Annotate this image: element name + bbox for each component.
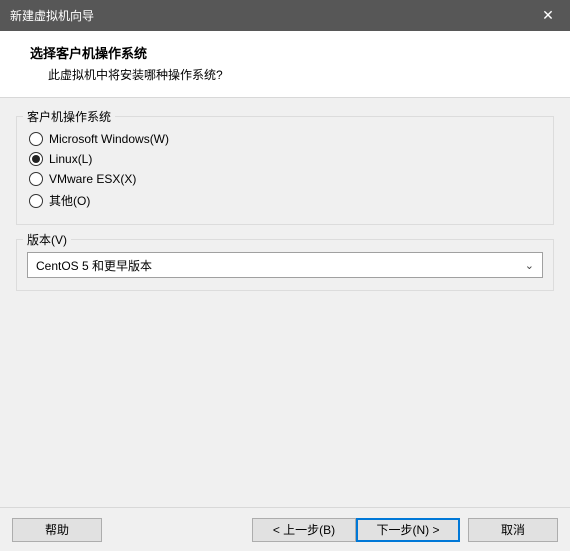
radio-label: Linux(L) (49, 152, 92, 166)
help-button[interactable]: 帮助 (12, 518, 102, 542)
guest-os-legend: 客户机操作系统 (23, 108, 115, 125)
chevron-down-icon: ⌄ (525, 259, 534, 272)
radio-label: VMware ESX(X) (49, 172, 136, 186)
button-label: < 上一步(B) (273, 521, 335, 538)
button-label: 下一步(N) > (376, 521, 439, 538)
version-group: 版本(V) CentOS 5 和更早版本 ⌄ (16, 239, 554, 291)
version-selected-value: CentOS 5 和更早版本 (36, 257, 152, 274)
version-select[interactable]: CentOS 5 和更早版本 ⌄ (27, 252, 543, 278)
next-button[interactable]: 下一步(N) > (356, 518, 460, 542)
button-label: 取消 (501, 521, 525, 538)
guest-os-group: 客户机操作系统 Microsoft Windows(W) Linux(L) VM… (16, 116, 554, 225)
radio-label: 其他(O) (49, 192, 90, 209)
page-title: 选择客户机操作系统 (30, 43, 554, 62)
radio-icon (29, 194, 43, 208)
titlebar: 新建虚拟机向导 ✕ (0, 0, 570, 31)
close-button[interactable]: ✕ (526, 0, 570, 31)
radio-label: Microsoft Windows(W) (49, 132, 169, 146)
wizard-header: 选择客户机操作系统 此虚拟机中将安装哪种操作系统? (0, 31, 570, 98)
button-label: 帮助 (45, 521, 69, 538)
radio-icon (29, 152, 43, 166)
wizard-body: 客户机操作系统 Microsoft Windows(W) Linux(L) VM… (0, 98, 570, 291)
cancel-button[interactable]: 取消 (468, 518, 558, 542)
close-icon: ✕ (542, 7, 554, 24)
radio-other[interactable]: 其他(O) (27, 189, 543, 212)
radio-icon (29, 132, 43, 146)
wizard-footer: 帮助 < 上一步(B) 下一步(N) > 取消 (0, 507, 570, 551)
version-legend: 版本(V) (23, 231, 71, 248)
page-subtitle: 此虚拟机中将安装哪种操作系统? (48, 66, 554, 83)
window-title: 新建虚拟机向导 (10, 7, 526, 24)
radio-linux[interactable]: Linux(L) (27, 149, 543, 169)
back-button[interactable]: < 上一步(B) (252, 518, 356, 542)
radio-windows[interactable]: Microsoft Windows(W) (27, 129, 543, 149)
radio-vmware-esx[interactable]: VMware ESX(X) (27, 169, 543, 189)
radio-icon (29, 172, 43, 186)
